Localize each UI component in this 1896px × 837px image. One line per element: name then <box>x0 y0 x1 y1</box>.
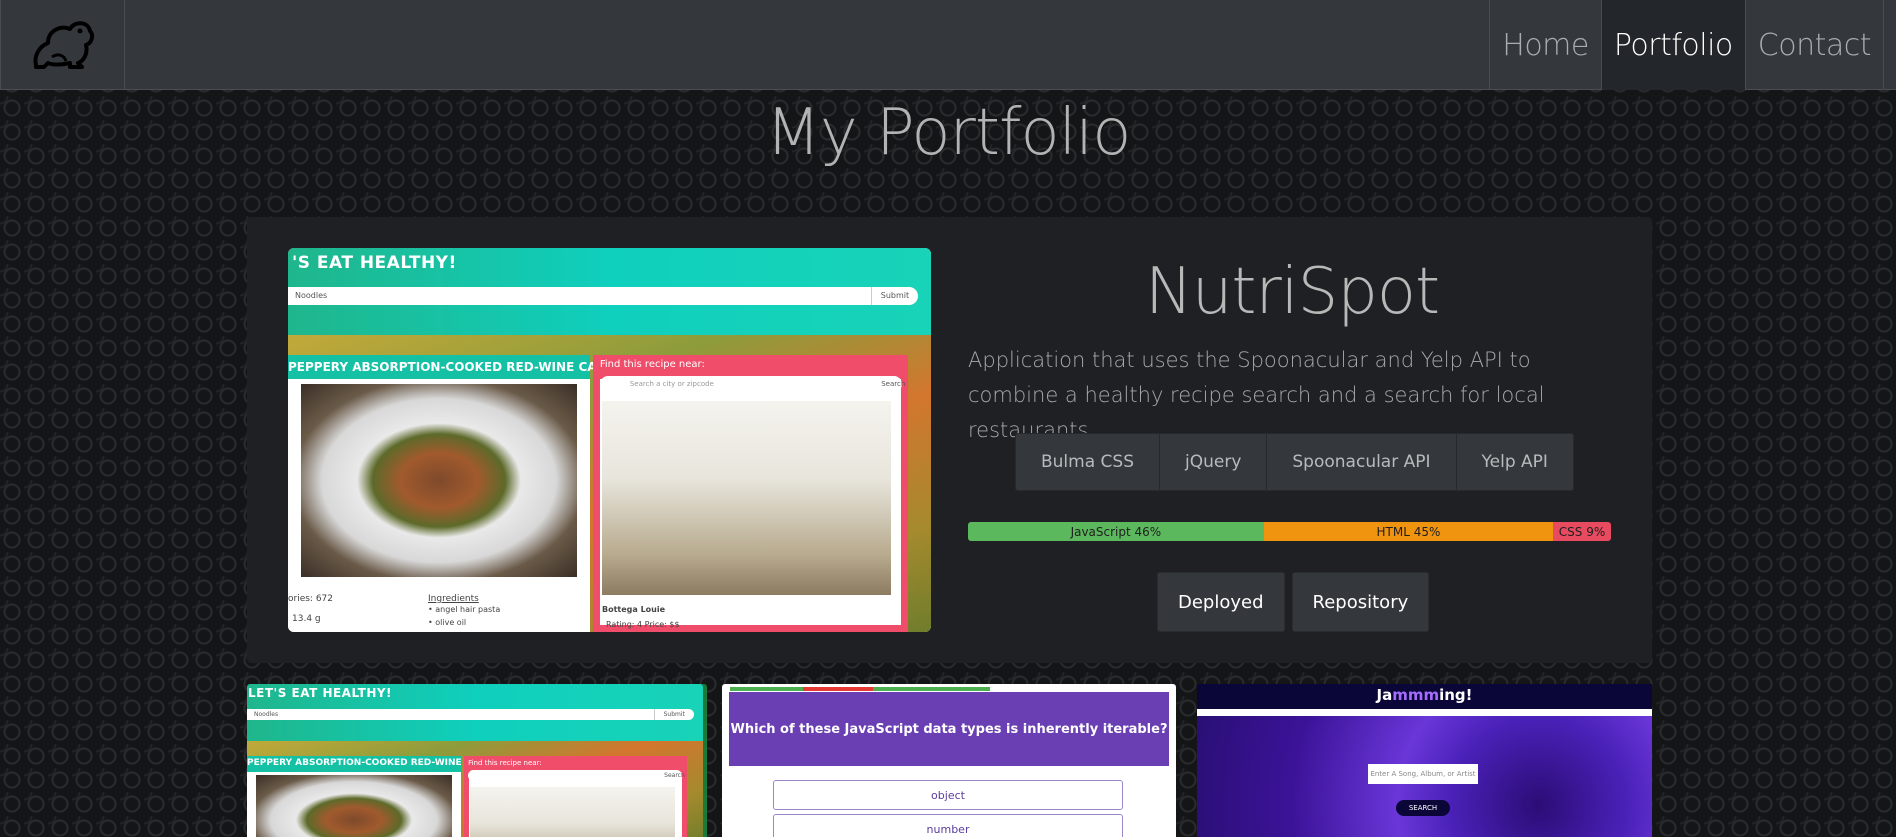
lang-css: CSS 9% <box>1553 522 1611 541</box>
lang-html: HTML 45% <box>1263 522 1554 541</box>
lang-javascript: JavaScript 46% <box>968 522 1264 541</box>
thumb-jammming[interactable]: Jammming! Enter A Song, Album, or Artist… <box>1197 684 1652 837</box>
tag-jquery: jQuery <box>1159 433 1268 491</box>
thumb-quiz[interactable]: Which of these JavaScript data types is … <box>722 684 1176 837</box>
project-screenshot: 'S EAT HEALTHY! Noodles Submit PEPPERY A… <box>288 248 931 632</box>
featured-project-card: 'S EAT HEALTHY! Noodles Submit PEPPERY A… <box>247 217 1652 663</box>
repository-button[interactable]: Repository <box>1291 572 1430 632</box>
navbar: Home Portfolio Contact <box>0 0 1896 90</box>
logo[interactable] <box>0 0 125 90</box>
deployed-button[interactable]: Deployed <box>1157 572 1285 632</box>
quiz-option: object <box>773 780 1123 810</box>
quiz-question: Which of these JavaScript data types is … <box>729 692 1169 766</box>
tech-tags: Bulma CSS jQuery Spoonacular API Yelp AP… <box>1015 433 1574 491</box>
tag-bulma: Bulma CSS <box>1015 433 1160 491</box>
nav-portfolio[interactable]: Portfolio <box>1600 0 1745 90</box>
quiz-option: number <box>773 814 1123 837</box>
project-title: NutriSpot <box>1144 255 1440 329</box>
language-bar: JavaScript 46% HTML 45% CSS 9% <box>968 522 1611 541</box>
food-image <box>300 384 578 577</box>
frog-logo-icon <box>33 21 94 69</box>
tag-spoonacular: Spoonacular API <box>1266 433 1457 491</box>
nav-contact[interactable]: Contact <box>1744 0 1884 90</box>
jam-search-input: Enter A Song, Album, or Artist <box>1368 764 1478 784</box>
jam-search-button: SEARCH <box>1396 800 1450 816</box>
nav-home[interactable]: Home <box>1489 0 1601 90</box>
restaurant-image <box>601 401 892 595</box>
page-title: My Portfolio <box>765 96 1132 170</box>
tag-yelp: Yelp API <box>1455 433 1574 491</box>
quiz-progress <box>730 687 990 691</box>
thumb-nutrispot[interactable]: LET'S EAT HEALTHY! Noodles Submit PEPPER… <box>247 684 703 837</box>
